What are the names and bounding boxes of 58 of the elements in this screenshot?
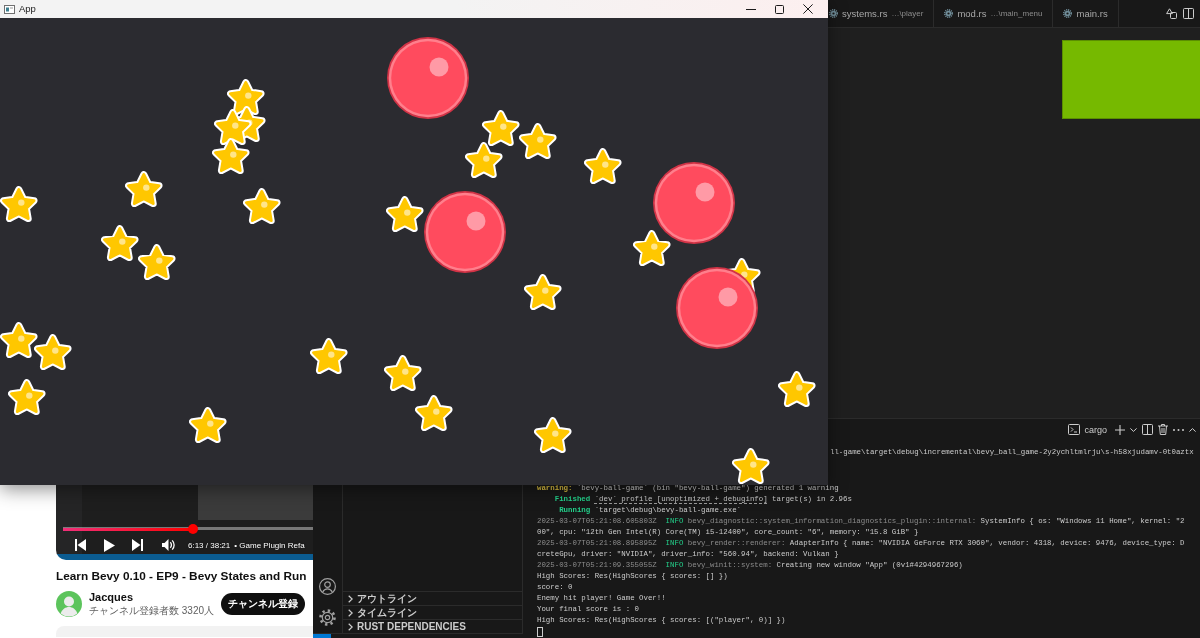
sidebar-section[interactable]: タイムライン xyxy=(343,605,522,619)
star-icon xyxy=(519,122,557,160)
editor-tab[interactable]: systems.rs …\player xyxy=(828,0,935,27)
skip-next-icon[interactable] xyxy=(132,539,143,551)
cog-icon xyxy=(1063,9,1073,18)
star-icon xyxy=(534,416,572,454)
subscribe-button[interactable]: チャンネル登録 xyxy=(221,593,306,615)
subscriber-count: チャンネル登録者数 3320人 xyxy=(89,604,215,617)
shapes-icon[interactable] xyxy=(1166,8,1177,19)
star-icon xyxy=(101,224,139,262)
chapter-title[interactable]: • Game Plugin Refa xyxy=(234,540,305,550)
channel-name[interactable]: Jacques xyxy=(89,591,215,604)
avatar-icon xyxy=(56,591,82,617)
terminal-tab[interactable]: cargo xyxy=(1068,424,1107,435)
star-icon xyxy=(465,141,503,179)
star-icon xyxy=(212,137,250,175)
settings-icon[interactable] xyxy=(319,608,336,626)
chevron-up-icon[interactable] xyxy=(1189,427,1196,432)
star-icon xyxy=(778,370,816,408)
star-icon xyxy=(584,147,622,185)
star-icon xyxy=(415,394,453,432)
star-icon xyxy=(384,354,422,392)
skip-previous-icon[interactable] xyxy=(75,539,86,551)
star-icon xyxy=(8,378,46,416)
star-icon xyxy=(524,273,562,311)
play-icon[interactable] xyxy=(104,538,115,552)
star-icon xyxy=(34,333,72,371)
star-icon xyxy=(138,243,176,281)
minimize-icon[interactable] xyxy=(746,8,756,10)
split-view-icon[interactable] xyxy=(1183,8,1194,19)
chevron-down-icon[interactable] xyxy=(1130,427,1137,432)
split-view-icon[interactable] xyxy=(1142,424,1153,435)
cog-icon xyxy=(944,9,954,18)
video-title: Learn Bevy 0.10 - EP9 - Bevy States and Run xyxy=(56,568,307,584)
plus-icon[interactable] xyxy=(1115,424,1125,435)
star-icon xyxy=(482,109,520,147)
star-icon xyxy=(125,170,163,208)
terminal-icon xyxy=(1068,424,1081,435)
sidebar-section[interactable]: アウトライン xyxy=(343,591,522,605)
volume-icon[interactable] xyxy=(162,539,175,551)
trash-icon[interactable] xyxy=(1158,424,1168,435)
app-icon xyxy=(4,4,15,14)
cog-icon xyxy=(829,9,838,18)
star-icon xyxy=(0,321,38,359)
progress-track[interactable] xyxy=(63,524,313,534)
scrubber-handle[interactable] xyxy=(188,524,198,534)
window-title: App xyxy=(19,3,36,15)
video-time: 6:13 / 38:21 xyxy=(188,540,231,550)
star-icon xyxy=(310,337,348,375)
star-icon xyxy=(243,187,281,225)
close-icon[interactable] xyxy=(803,4,813,14)
more-icon[interactable] xyxy=(1173,428,1184,431)
maximize-icon[interactable] xyxy=(775,4,784,14)
star-icon xyxy=(0,185,38,223)
star-icon xyxy=(386,195,424,233)
star-icon xyxy=(189,406,227,444)
account-icon[interactable] xyxy=(319,577,336,595)
star-icon xyxy=(732,447,770,485)
